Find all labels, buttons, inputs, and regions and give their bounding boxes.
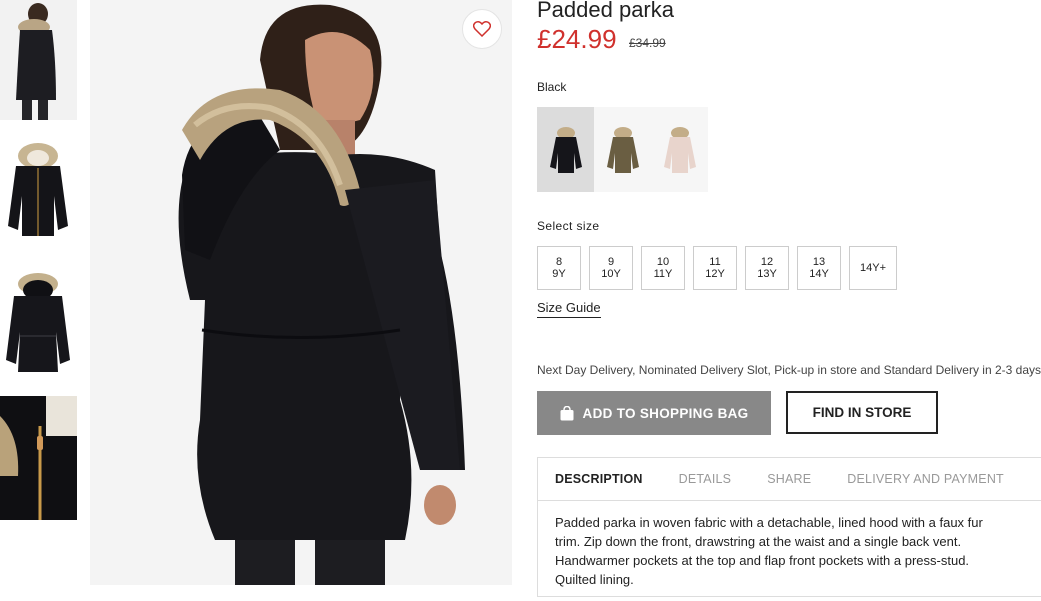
- delivery-info: Next Day Delivery, Nominated Delivery Sl…: [537, 363, 1041, 377]
- size-option[interactable]: 12 13Y: [745, 246, 789, 290]
- product-price: £24.99: [537, 24, 617, 54]
- thumbnail-1[interactable]: [0, 0, 77, 120]
- swatch-light-pink[interactable]: [651, 107, 708, 192]
- selected-color-name: Black: [537, 80, 567, 94]
- color-swatches: [537, 107, 708, 192]
- swatch-khaki[interactable]: [594, 107, 651, 192]
- tab-delivery-and-payment[interactable]: DELIVERY AND PAYMENT: [847, 472, 1004, 486]
- swatch-black[interactable]: [537, 107, 594, 192]
- tab-details[interactable]: DETAILS: [679, 472, 732, 486]
- add-to-bag-label: ADD TO SHOPPING BAG: [582, 405, 749, 421]
- tab-description[interactable]: DESCRIPTION: [555, 472, 643, 486]
- tab-share[interactable]: SHARE: [767, 472, 811, 486]
- main-product-image: [90, 0, 512, 585]
- size-guide-link[interactable]: Size Guide: [537, 300, 601, 318]
- select-size-label: Select size: [537, 219, 600, 233]
- size-option[interactable]: 9 10Y: [589, 246, 633, 290]
- description-text: Padded parka in woven fabric with a deta…: [555, 515, 983, 587]
- original-price: £34.99: [629, 36, 666, 50]
- thumbnail-4[interactable]: [0, 396, 77, 520]
- wishlist-button[interactable]: [462, 9, 502, 49]
- product-info-tabs: DESCRIPTION DETAILS SHARE DELIVERY AND P…: [537, 457, 1041, 597]
- thumbnail-3[interactable]: [0, 268, 77, 378]
- tab-bar: DESCRIPTION DETAILS SHARE DELIVERY AND P…: [538, 458, 1041, 501]
- find-in-store-button[interactable]: FIND IN STORE: [786, 391, 938, 434]
- size-options: 8 9Y 9 10Y 10 11Y 11 12Y 12 13Y 13 14Y 14Y+: [537, 246, 897, 290]
- thumbnail-2[interactable]: [0, 136, 77, 246]
- shopping-bag-icon: [560, 405, 574, 420]
- size-option[interactable]: 10 11Y: [641, 246, 685, 290]
- size-option[interactable]: 14Y+: [849, 246, 897, 290]
- size-option[interactable]: 8 9Y: [537, 246, 581, 290]
- product-title: Padded parka: [537, 0, 674, 22]
- heart-icon: [473, 21, 491, 37]
- size-option[interactable]: 11 12Y: [693, 246, 737, 290]
- size-option[interactable]: 13 14Y: [797, 246, 841, 290]
- add-to-bag-button[interactable]: ADD TO SHOPPING BAG: [537, 391, 771, 435]
